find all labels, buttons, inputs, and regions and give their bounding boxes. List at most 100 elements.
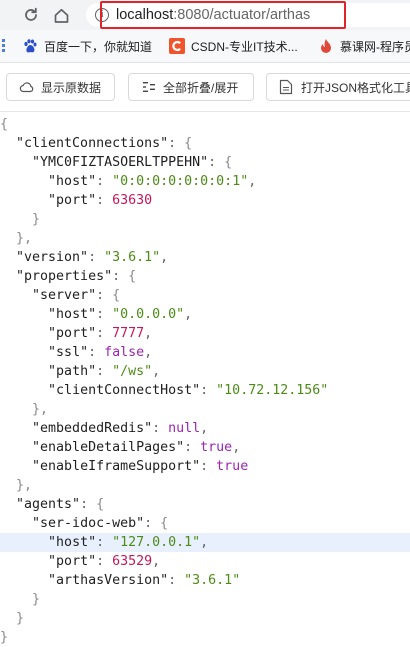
- json-open-brace: {: [0, 117, 9, 132]
- json-line[interactable]: }: [0, 628, 410, 647]
- json-colon: :: [96, 174, 113, 189]
- json-line[interactable]: "port": 7777,: [0, 324, 410, 343]
- json-line[interactable]: "port": 63529,: [0, 552, 410, 571]
- json-value: 63630: [112, 193, 153, 208]
- json-line[interactable]: "enableDetailPages": true,: [0, 438, 410, 457]
- collapse-expand-all-button[interactable]: 全部折叠/展开: [128, 73, 254, 101]
- json-line[interactable]: "agents": {: [0, 495, 410, 514]
- json-line[interactable]: {: [0, 115, 410, 134]
- json-value: true: [216, 459, 249, 474]
- url-text[interactable]: localhost:8080/actuator/arthas: [116, 7, 310, 23]
- json-comma: ,: [144, 326, 153, 341]
- json-key: "port": [48, 193, 97, 208]
- json-close-brace: },: [16, 231, 33, 246]
- json-key: "host": [48, 535, 97, 550]
- json-close-brace: },: [16, 478, 33, 493]
- json-comma: ,: [152, 554, 161, 569]
- json-line[interactable]: "host": "0:0:0:0:0:0:0:1",: [0, 172, 410, 191]
- json-line[interactable]: },: [0, 229, 410, 248]
- json-close-brace: }: [16, 611, 25, 626]
- json-open-brace: {: [184, 136, 193, 151]
- json-colon: :: [184, 440, 201, 455]
- json-line[interactable]: "path": "/ws",: [0, 362, 410, 381]
- json-key: "host": [48, 174, 97, 189]
- json-comma: ,: [200, 421, 209, 436]
- json-line[interactable]: }: [0, 210, 410, 229]
- open-json-formatter-button[interactable]: 打开JSON格式化工具: [266, 73, 410, 101]
- json-line[interactable]: "YMC0FIZTASOERLTPPEHN": {: [0, 153, 410, 172]
- bookmark-baidu[interactable]: 百度一下，你就知道: [22, 37, 152, 55]
- json-line[interactable]: "host": "127.0.0.1",: [0, 533, 410, 552]
- json-line[interactable]: "ser-idoc-web": {: [0, 514, 410, 533]
- json-key: "host": [48, 307, 97, 322]
- reload-icon[interactable]: [19, 3, 43, 27]
- json-line[interactable]: "arthasVersion": "3.6.1": [0, 571, 410, 590]
- json-key: "ssl": [48, 345, 89, 360]
- json-line[interactable]: "version": "3.6.1",: [0, 248, 410, 267]
- json-colon: :: [96, 326, 113, 341]
- collapse-icon: [141, 79, 157, 95]
- document-icon: [279, 79, 295, 95]
- json-line[interactable]: "port": 63630: [0, 191, 410, 210]
- json-comma: ,: [160, 250, 169, 265]
- json-line[interactable]: }: [0, 609, 410, 628]
- bookmark-label: 慕课网-程序员: [340, 39, 410, 54]
- cloud-icon: [19, 79, 35, 95]
- json-colon: :: [152, 421, 169, 436]
- json-line[interactable]: }: [0, 590, 410, 609]
- site-info-icon[interactable]: i: [95, 8, 109, 22]
- json-value: "127.0.0.1": [112, 535, 201, 550]
- json-line[interactable]: "clientConnections": {: [0, 134, 410, 153]
- json-open-brace: {: [128, 269, 137, 284]
- json-comma: ,: [184, 307, 193, 322]
- json-key: "port": [48, 326, 97, 341]
- bookmark-apps[interactable]: [0, 37, 13, 55]
- csdn-logo-icon: [169, 38, 185, 54]
- address-bar[interactable]: i localhost:8080/actuator/arthas: [86, 3, 410, 27]
- json-colon: :: [96, 554, 113, 569]
- show-raw-label: 显示原数据: [41, 80, 102, 95]
- json-key: "enableIframeSupport": [32, 459, 201, 474]
- json-open-brace: {: [160, 516, 169, 531]
- json-line[interactable]: "ssl": false,: [0, 343, 410, 362]
- show-raw-button[interactable]: 显示原数据: [6, 73, 115, 101]
- json-key: "version": [16, 250, 89, 265]
- json-close-brace: }: [0, 630, 9, 645]
- json-comma: ,: [152, 364, 161, 379]
- json-value: 63529: [112, 554, 153, 569]
- json-value: true: [200, 440, 233, 455]
- json-line[interactable]: "clientConnectHost": "10.72.12.156": [0, 381, 410, 400]
- json-line[interactable]: },: [0, 476, 410, 495]
- bookmark-csdn[interactable]: CSDN-专业IT技术...: [169, 37, 298, 55]
- collapse-expand-label: 全部折叠/展开: [163, 80, 239, 95]
- json-key: "clientConnectHost": [48, 383, 201, 398]
- json-colon: :: [96, 535, 113, 550]
- home-icon[interactable]: [49, 3, 73, 27]
- json-comma: ,: [144, 345, 153, 360]
- json-line[interactable]: "enableIframeSupport": true: [0, 457, 410, 476]
- json-key: "agents": [16, 497, 81, 512]
- json-colon: :: [96, 364, 113, 379]
- json-line[interactable]: "embeddedRedis": null,: [0, 419, 410, 438]
- json-colon: :: [200, 459, 217, 474]
- json-viewer-toolbar: 显示原数据 全部折叠/展开 打开JSON格式化工具: [0, 63, 410, 112]
- json-key: "ser-idoc-web": [32, 516, 145, 531]
- bookmark-imooc[interactable]: 慕课网-程序员: [318, 37, 410, 55]
- bookmark-label: 百度一下，你就知道: [44, 39, 153, 54]
- apps-grid-icon: [0, 38, 7, 54]
- json-line[interactable]: "properties": {: [0, 267, 410, 286]
- json-colon: :: [80, 497, 97, 512]
- json-colon: :: [112, 269, 129, 284]
- json-line[interactable]: "host": "0.0.0.0",: [0, 305, 410, 324]
- json-colon: :: [168, 573, 185, 588]
- json-line[interactable]: "server": {: [0, 286, 410, 305]
- json-colon: :: [96, 193, 113, 208]
- json-key: "arthasVersion": [48, 573, 169, 588]
- json-key: "properties": [16, 269, 113, 284]
- json-line[interactable]: },: [0, 400, 410, 419]
- json-key: "server": [32, 288, 97, 303]
- json-value: "/ws": [112, 364, 153, 379]
- json-open-brace: {: [112, 288, 121, 303]
- json-colon: :: [208, 155, 225, 170]
- json-open-brace: {: [224, 155, 233, 170]
